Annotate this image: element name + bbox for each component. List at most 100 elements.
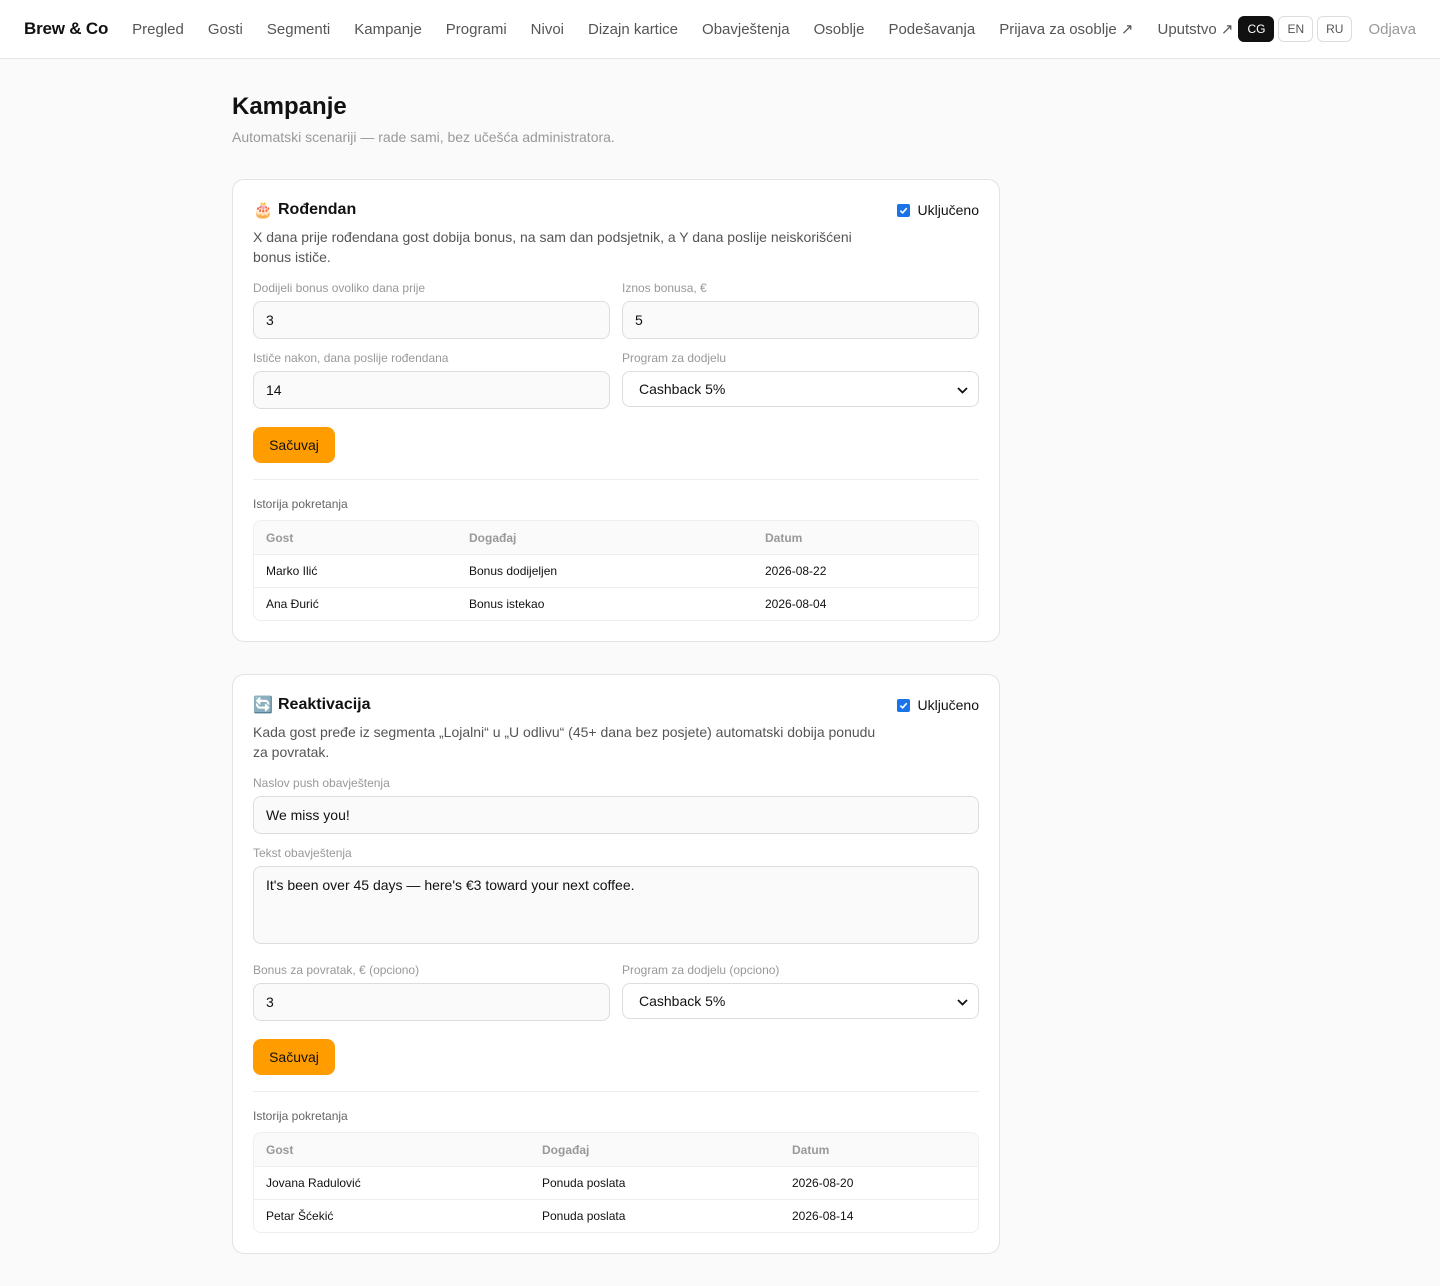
language-button-cg[interactable]: CG (1238, 16, 1275, 42)
return-bonus-group: Bonus za povratak, € (opciono) 3 (253, 963, 610, 1021)
return-bonus-label: Bonus za povratak, € (opciono) (253, 963, 420, 977)
cell-event: Bonus dodijeljen (457, 554, 753, 587)
cell-guest: Jovana Radulović (254, 1166, 530, 1199)
card-header: 🎂 Rođendan (253, 200, 979, 220)
cell-event: Ponuda poslata (530, 1166, 780, 1199)
program-group: Program za dodjelu (opciono) Cashback 5% (622, 963, 979, 1021)
history-label: Istorija pokretanja (253, 497, 348, 511)
table-header-row: Gost Događaj Datum (254, 1133, 978, 1166)
program-label: Program za dodjelu (622, 351, 727, 365)
chevron-down-icon (957, 993, 968, 1009)
days-before-label: Dodijeli bonus ovoliko dana prije (253, 281, 426, 295)
notification-text-group: Tekst obavještenja It's been over 45 day… (253, 846, 979, 944)
enabled-checkbox[interactable]: Uključeno (896, 202, 979, 218)
cell-event: Bonus istekao (457, 587, 753, 620)
save-button[interactable]: Sačuvaj (253, 1039, 335, 1075)
brand-logo[interactable]: Brew & Co (24, 19, 108, 39)
program-select[interactable]: Cashback 5% (622, 983, 979, 1019)
table-row: Petar Šćekić Ponuda poslata 2026-08-14 (254, 1199, 978, 1232)
card-description: X dana prije rođendana gost dobija bonus… (253, 229, 852, 265)
cell-date: 2026-08-14 (780, 1199, 978, 1232)
refresh-icon: 🔄 (253, 697, 273, 714)
column-header-event: Događaj (457, 521, 753, 554)
nav-item-obavjestenja[interactable]: Obavještenja (702, 21, 790, 38)
table-row: Ana Đurić Bonus istekao 2026-08-04 (254, 587, 978, 620)
nav-item-nivoi[interactable]: Nivoi (531, 21, 564, 38)
birthday-campaign-card: 🎂 Rođendan Uključeno X dana prije rođend… (232, 179, 1000, 642)
column-header-guest: Gost (254, 1133, 530, 1166)
return-bonus-input[interactable]: 3 (253, 983, 610, 1021)
days-before-group: Dodijeli bonus ovoliko dana prije 3 (253, 281, 610, 339)
cell-date: 2026-08-22 (753, 554, 978, 587)
card-description: Kada gost pređe iz segmenta „Lojalni“ u … (253, 724, 876, 760)
main-nav: Pregled Gosti Segmenti Kampanje Programi… (132, 20, 1233, 39)
enabled-label: Uključeno (917, 697, 979, 713)
divider (253, 479, 979, 480)
notification-text-input[interactable]: It's been over 45 days — here's €3 towar… (253, 866, 979, 944)
nav-item-segmenti[interactable]: Segmenti (267, 21, 330, 38)
days-before-input[interactable]: 3 (253, 301, 610, 339)
cell-guest: Marko Ilić (254, 554, 457, 587)
column-header-date: Datum (753, 521, 978, 554)
birthday-cake-icon: 🎂 (253, 202, 273, 219)
table-header-row: Gost Događaj Datum (254, 521, 978, 554)
nav-item-gosti[interactable]: Gosti (208, 21, 243, 38)
column-header-date: Datum (780, 1133, 978, 1166)
birthday-history-table: Gost Događaj Datum Marko Ilić Bonus dodi… (253, 520, 979, 621)
checkbox-checked-icon[interactable] (896, 698, 910, 712)
cell-event: Ponuda poslata (530, 1199, 780, 1232)
column-header-guest: Gost (254, 521, 457, 554)
cell-date: 2026-08-04 (753, 587, 978, 620)
nav-item-osoblje[interactable]: Osoblje (814, 21, 865, 38)
page-title: Kampanje (232, 93, 347, 120)
nav-item-kampanje[interactable]: Kampanje (354, 21, 422, 38)
nav-item-prijava-za-osoblje[interactable]: Prijava za osoblje ↗ (999, 20, 1133, 38)
reactivation-form-grid: Bonus za povratak, € (opciono) 3 Program… (253, 963, 979, 1021)
reactivation-history-table: Gost Događaj Datum Jovana Radulović Ponu… (253, 1132, 979, 1233)
expires-group: Ističe nakon, dana poslije rođendana 14 (253, 351, 610, 409)
nav-item-podesavanja[interactable]: Podešavanja (888, 21, 975, 38)
card-title: Reaktivacija (278, 696, 371, 713)
nav-item-dizajn-kartice[interactable]: Dizajn kartice (588, 21, 678, 38)
cell-date: 2026-08-20 (780, 1166, 978, 1199)
cell-guest: Ana Đurić (254, 587, 457, 620)
cell-guest: Petar Šćekić (254, 1199, 530, 1232)
card-title: Rođendan (278, 201, 357, 218)
program-label: Program za dodjelu (opciono) (622, 963, 780, 977)
program-group: Program za dodjelu Cashback 5% (622, 351, 979, 409)
expires-input[interactable]: 14 (253, 371, 610, 409)
logout-link[interactable]: Odjava (1368, 21, 1416, 38)
divider (253, 1091, 979, 1092)
language-button-ru[interactable]: RU (1317, 16, 1353, 42)
chevron-down-icon (957, 381, 968, 397)
nav-item-programi[interactable]: Programi (446, 21, 507, 38)
main-content: Kampanje Automatski scenariji — rade sam… (232, 92, 1000, 1254)
enabled-label: Uključeno (917, 202, 979, 218)
program-select[interactable]: Cashback 5% (622, 371, 979, 407)
bonus-amount-group: Iznos bonusa, € 5 (622, 281, 979, 339)
bonus-amount-input[interactable]: 5 (622, 301, 979, 339)
program-select-value: Cashback 5% (639, 993, 726, 1009)
nav-item-uputstvo[interactable]: Uputstvo ↗ (1157, 20, 1233, 38)
nav-item-pregled[interactable]: Pregled (132, 21, 184, 38)
bonus-amount-label: Iznos bonusa, € (622, 281, 707, 295)
birthday-form-grid: Dodijeli bonus ovoliko dana prije 3 Izno… (253, 281, 979, 409)
checkbox-checked-icon[interactable] (896, 203, 910, 217)
push-title-label: Naslov push obavještenja (253, 776, 390, 790)
table-row: Jovana Radulović Ponuda poslata 2026-08-… (254, 1166, 978, 1199)
save-button[interactable]: Sačuvaj (253, 427, 335, 463)
table-row: Marko Ilić Bonus dodijeljen 2026-08-22 (254, 554, 978, 587)
push-title-input[interactable]: We miss you! (253, 796, 979, 834)
column-header-event: Događaj (530, 1133, 780, 1166)
card-header: 🔄 Reaktivacija (253, 695, 979, 715)
enabled-checkbox[interactable]: Uključeno (896, 697, 979, 713)
notification-text-label: Tekst obavještenja (253, 846, 352, 860)
expires-label: Ističe nakon, dana poslije rođendana (253, 351, 449, 365)
language-button-en[interactable]: EN (1278, 16, 1314, 42)
program-select-value: Cashback 5% (639, 381, 726, 397)
reactivation-campaign-card: 🔄 Reaktivacija Uključeno Kada gost pređe… (232, 674, 1000, 1254)
push-title-group: Naslov push obavještenja We miss you! (253, 776, 979, 834)
header-actions: CG EN RU Odjava (1234, 0, 1416, 58)
history-label: Istorija pokretanja (253, 1109, 348, 1123)
top-navigation-bar: Brew & Co Pregled Gosti Segmenti Kampanj… (0, 0, 1440, 59)
